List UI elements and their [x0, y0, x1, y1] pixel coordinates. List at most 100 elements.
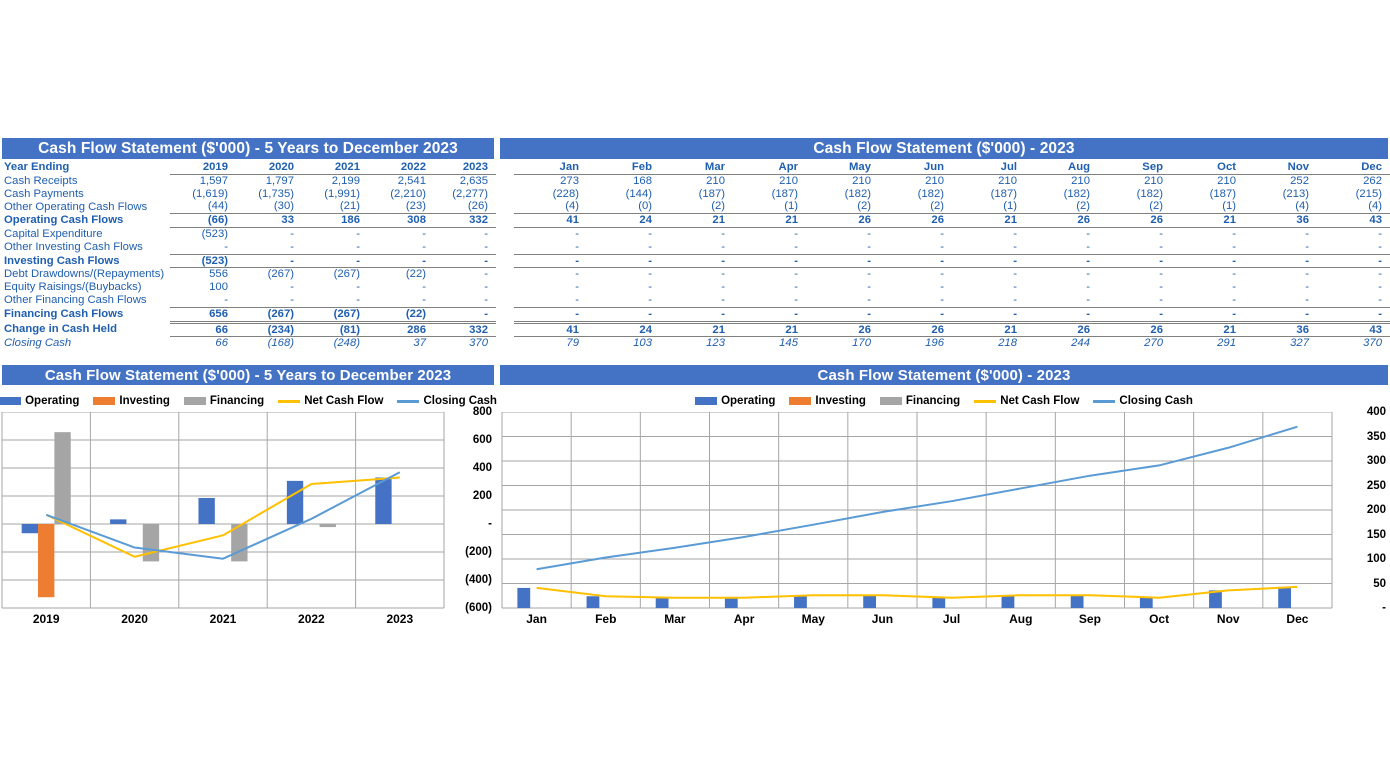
table-row: (228) (144) (187) (187) (182) (182) (187) (182)… [500, 188, 1390, 201]
row-label: Equity Raisings/(Buybacks) [4, 281, 142, 294]
annual-chart-legend: Operating Investing Financing Net Cash Flow… [0, 390, 497, 412]
row-label [500, 241, 514, 254]
table-cell: - [721, 268, 725, 281]
y-tick-label: (600) [465, 602, 492, 614]
y-tick-label: 300 [1366, 455, 1386, 467]
legend-label: Operating [721, 395, 776, 407]
legend-swatch-icon [93, 397, 116, 405]
table-cell: - [1025, 253, 1098, 269]
table-cell: - [1086, 293, 1090, 306]
table-cell: 123 [660, 336, 733, 351]
table-cell: 66 [170, 320, 236, 338]
table-cell: (187) [771, 187, 798, 200]
table-cell: - [1086, 281, 1090, 294]
row-label [500, 200, 514, 213]
table-cell: - [290, 227, 294, 240]
table-cell: (23) [405, 200, 426, 213]
y-tick-label: 200 [472, 490, 492, 502]
table-cell: 2,199 [331, 174, 360, 187]
column-header-dec: Dec [1317, 161, 1390, 175]
table-cell: - [302, 253, 368, 269]
table-cell: - [867, 240, 871, 253]
table-cell: - [514, 306, 587, 323]
table-cell: - [1086, 227, 1090, 240]
table-cell: (248) [302, 336, 368, 351]
row-label: Debt Drawdowns/(Repayments) [4, 268, 165, 281]
annual-chart-plot: 800 600 400 200 - (200) (400) (600) 2019 2020 2021… [0, 406, 496, 630]
table-cell: - [1378, 293, 1382, 306]
table-row: ------------ [500, 306, 1390, 323]
table-cell: 79 [514, 336, 587, 351]
table-cell: 24 [587, 320, 660, 338]
table-cell: 26 [806, 320, 879, 338]
row-label: Capital Expenditure [4, 227, 103, 240]
row-label: Other Investing Cash Flows [4, 241, 143, 254]
legend-item-closing-cash: Closing Cash [1093, 395, 1193, 407]
table-cell: - [1159, 268, 1163, 281]
table-cell: 186 [302, 213, 368, 228]
table-cell: - [794, 227, 798, 240]
table-cell: - [867, 281, 871, 294]
table-cell: 327 [1244, 336, 1317, 351]
table-cell: 2,635 [459, 174, 488, 187]
table-row: Investing Cash Flows (523) - - - - [2, 253, 496, 269]
table-cell: - [794, 240, 798, 253]
table-cell: (215) [1355, 187, 1382, 200]
annual-chart-title: Cash Flow Statement ($'000) - 5 Years to… [2, 365, 494, 385]
table-cell: - [422, 281, 426, 294]
table-cell: - [733, 253, 806, 269]
table-cell: 21 [733, 213, 806, 228]
table-cell: - [422, 227, 426, 240]
column-header-2021: 2021 [302, 161, 368, 175]
table-cell: - [794, 281, 798, 294]
table-cell: - [356, 281, 360, 294]
table-cell: - [434, 306, 496, 323]
table-cell: 145 [733, 336, 806, 351]
table-cell: (523) [201, 227, 228, 240]
chart-bar-operating [198, 497, 215, 524]
table-cell: - [1013, 268, 1017, 281]
chart-canvas [501, 412, 1333, 609]
table-cell: 100 [209, 281, 228, 294]
x-tick-label: Feb [595, 612, 617, 626]
table-cell: 210 [1071, 174, 1090, 187]
monthly-cash-flow-table: Jan Feb Mar Apr May Jun Jul Aug Sep Oct Nov Dec 273 1… [500, 161, 1390, 351]
monthly-chart-title: Cash Flow Statement ($'000) - 2023 [500, 365, 1388, 385]
table-cell: 291 [1171, 336, 1244, 351]
chart-bar-operating [655, 597, 669, 608]
table-cell: - [1159, 293, 1163, 306]
table-cell: 41 [514, 213, 587, 228]
table-cell: 36 [1244, 320, 1317, 338]
y-tick-label: - [1382, 602, 1386, 614]
table-cell: - [1305, 268, 1309, 281]
table-cell: - [1013, 293, 1017, 306]
annual-cash-flow-table: Year Ending 2019 2020 2021 2022 2023 Cash Rece… [2, 161, 496, 351]
table-cell: - [1013, 281, 1017, 294]
table-cell: (267) [302, 306, 368, 323]
row-label [500, 294, 514, 307]
legend-item-investing: Investing [93, 395, 170, 407]
table-cell: - [236, 253, 302, 269]
y-tick-label: 400 [1366, 406, 1386, 418]
table-cell: - [660, 306, 733, 323]
chart-x-axis-labels: Jan Feb Mar Apr May Jun Jul Aug Sep Oct Nov Dec [502, 612, 1332, 630]
table-cell: (4) [565, 200, 579, 213]
x-tick-label: Jan [526, 612, 547, 626]
legend-label: Investing [119, 395, 170, 407]
table-cell: 21 [952, 213, 1025, 228]
table-cell: - [648, 227, 652, 240]
table-cell: (213) [1282, 187, 1309, 200]
table-cell: (2,277) [452, 187, 488, 200]
legend-item-net-cash-flow: Net Cash Flow [974, 395, 1079, 407]
table-cell: - [484, 281, 488, 294]
row-label: Financing Cash Flows [4, 308, 124, 321]
table-cell: (1) [1222, 200, 1236, 213]
table-cell: - [867, 227, 871, 240]
table-row: 79 103 123 145 170 196 218 244 270 291 327 370 [500, 336, 1390, 351]
table-cell: 218 [952, 336, 1025, 351]
row-label: Closing Cash [4, 337, 72, 350]
table-header-row: Year Ending 2019 2020 2021 2022 2023 [2, 161, 496, 175]
table-cell: (44) [207, 200, 228, 213]
table-cell: (2) [1076, 200, 1090, 213]
table-cell: (2) [930, 200, 944, 213]
